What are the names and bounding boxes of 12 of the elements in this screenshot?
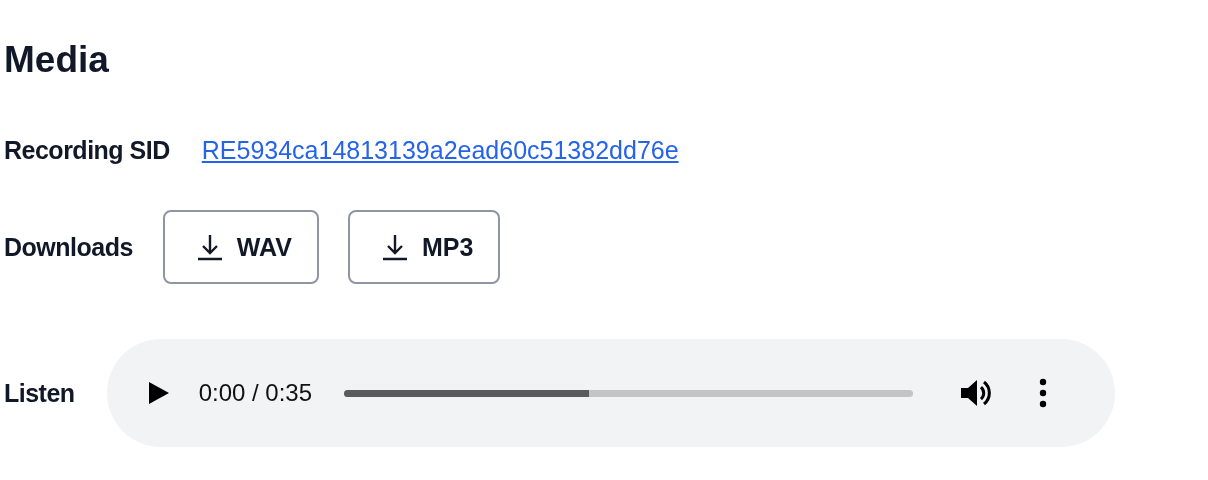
field-label: Listen [4, 378, 75, 408]
playback-time: 0:00 / 0:35 [198, 379, 313, 407]
volume-icon[interactable] [961, 378, 994, 408]
play-icon[interactable] [148, 382, 169, 404]
section-heading: Media [4, 38, 110, 82]
progress-bar[interactable] [344, 389, 914, 397]
field-label: Downloads [4, 232, 133, 262]
download-button[interactable]: WAV [162, 210, 319, 284]
field-label: Recording SID [4, 135, 170, 165]
more-options-icon[interactable] [1039, 378, 1048, 408]
download-button[interactable]: MP3 [347, 210, 501, 284]
recording-link[interactable]: RE5934ca14813139a2ead60c51382dd76e [201, 135, 679, 165]
